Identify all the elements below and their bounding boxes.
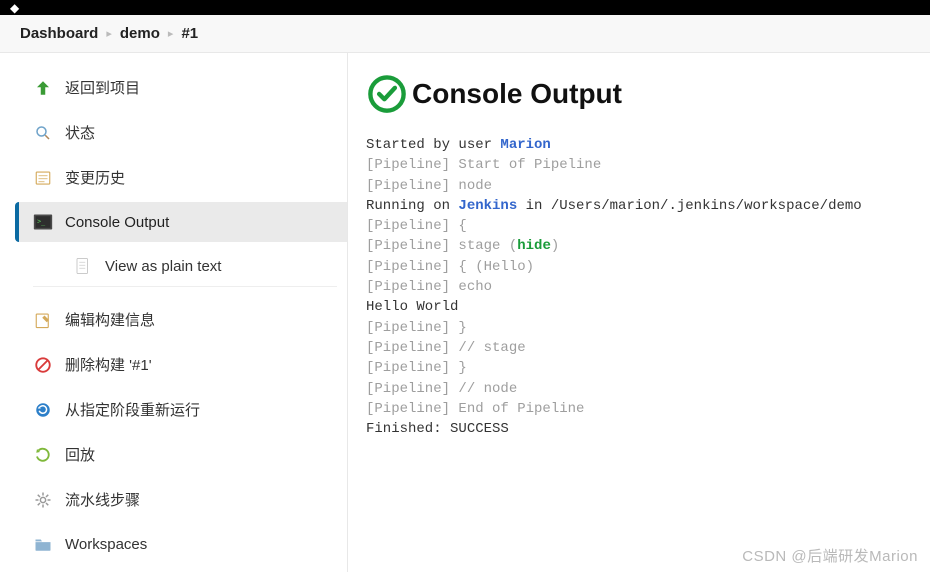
sidebar-item-label: 变更历史 [65, 167, 125, 188]
console-line: [Pipeline] Start of Pipeline [366, 155, 912, 175]
console-line: [Pipeline] stage (hide) [366, 236, 912, 256]
sidebar: 返回到项目 状态 变更历史 >_ Console Output View as … [12, 53, 348, 572]
console-line: [Pipeline] // stage [366, 338, 912, 358]
sidebar-item-label: View as plain text [105, 258, 221, 275]
console-link[interactable]: Jenkins [458, 198, 517, 214]
sidebar-item-restart[interactable]: 从指定阶段重新运行 [15, 389, 347, 430]
terminal-icon: >_ [33, 212, 53, 232]
edit-icon [33, 310, 53, 330]
sidebar-item-label: 从指定阶段重新运行 [65, 399, 200, 420]
sidebar-item-console[interactable]: >_ Console Output [15, 202, 347, 242]
breadcrumb-project[interactable]: demo [120, 25, 160, 42]
console-line: Hello World [366, 297, 912, 317]
sidebar-item-replay[interactable]: 回放 [15, 434, 347, 475]
breadcrumb: Dashboard ▸ demo ▸ #1 [0, 15, 930, 53]
console-line: Finished: SUCCESS [366, 419, 912, 439]
sidebar-item-label: 状态 [65, 122, 95, 143]
console-line: [Pipeline] node [366, 176, 912, 196]
search-icon [33, 123, 53, 143]
breadcrumb-build[interactable]: #1 [181, 25, 198, 42]
sidebar-item-editbuild[interactable]: 编辑构建信息 [15, 299, 347, 340]
console-link[interactable]: Marion [500, 137, 550, 153]
console-line: [Pipeline] } [366, 358, 912, 378]
console-line: [Pipeline] } [366, 318, 912, 338]
console-output: Started by user Marion[Pipeline] Start o… [366, 135, 912, 439]
layout: 返回到项目 状态 变更历史 >_ Console Output View as … [0, 53, 930, 572]
topbar: ◆ [0, 0, 930, 15]
hide-link[interactable]: hide [517, 238, 551, 254]
sidebar-item-label: Console Output [65, 214, 169, 231]
page-header: Console Output [366, 73, 912, 115]
sidebar-item-label: 编辑构建信息 [65, 309, 155, 330]
console-line: [Pipeline] echo [366, 277, 912, 297]
watermark: CSDN @后端研发Marion [742, 545, 918, 566]
console-line: Running on Jenkins in /Users/marion/.jen… [366, 196, 912, 216]
sidebar-item-label: 流水线步骤 [65, 489, 140, 510]
chevron-right-icon: ▸ [168, 27, 174, 40]
history-icon [33, 168, 53, 188]
folder-icon [33, 534, 53, 554]
success-status-icon [366, 73, 408, 115]
sidebar-item-label: 返回到项目 [65, 77, 140, 98]
page-title: Console Output [412, 78, 622, 110]
console-line: [Pipeline] { [366, 216, 912, 236]
restart-icon [33, 400, 53, 420]
console-line: [Pipeline] // node [366, 379, 912, 399]
console-line: [Pipeline] { (Hello) [366, 257, 912, 277]
sidebar-item-changes[interactable]: 变更历史 [15, 157, 347, 198]
sidebar-item-workspaces[interactable]: Workspaces [15, 524, 347, 564]
sidebar-item-back[interactable]: 返回到项目 [15, 67, 347, 108]
chevron-right-icon: ▸ [106, 27, 112, 40]
main-content: Console Output Started by user Marion[Pi… [348, 53, 930, 572]
replay-icon [33, 445, 53, 465]
console-line: [Pipeline] End of Pipeline [366, 399, 912, 419]
sidebar-item-steps[interactable]: 流水线步骤 [15, 479, 347, 520]
document-icon [73, 256, 93, 276]
brand-icon: ◆ [10, 1, 19, 15]
sidebar-item-label: 删除构建 '#1' [65, 354, 152, 375]
svg-text:>_: >_ [37, 218, 45, 226]
delete-icon [33, 355, 53, 375]
sidebar-item-delete[interactable]: 删除构建 '#1' [15, 344, 347, 385]
sidebar-item-label: 回放 [65, 444, 95, 465]
sidebar-item-plaintext[interactable]: View as plain text [33, 246, 337, 287]
console-line: Started by user Marion [366, 135, 912, 155]
gear-icon [33, 490, 53, 510]
up-arrow-icon [33, 78, 53, 98]
sidebar-item-status[interactable]: 状态 [15, 112, 347, 153]
sidebar-item-label: Workspaces [65, 536, 147, 553]
breadcrumb-dashboard[interactable]: Dashboard [20, 25, 98, 42]
